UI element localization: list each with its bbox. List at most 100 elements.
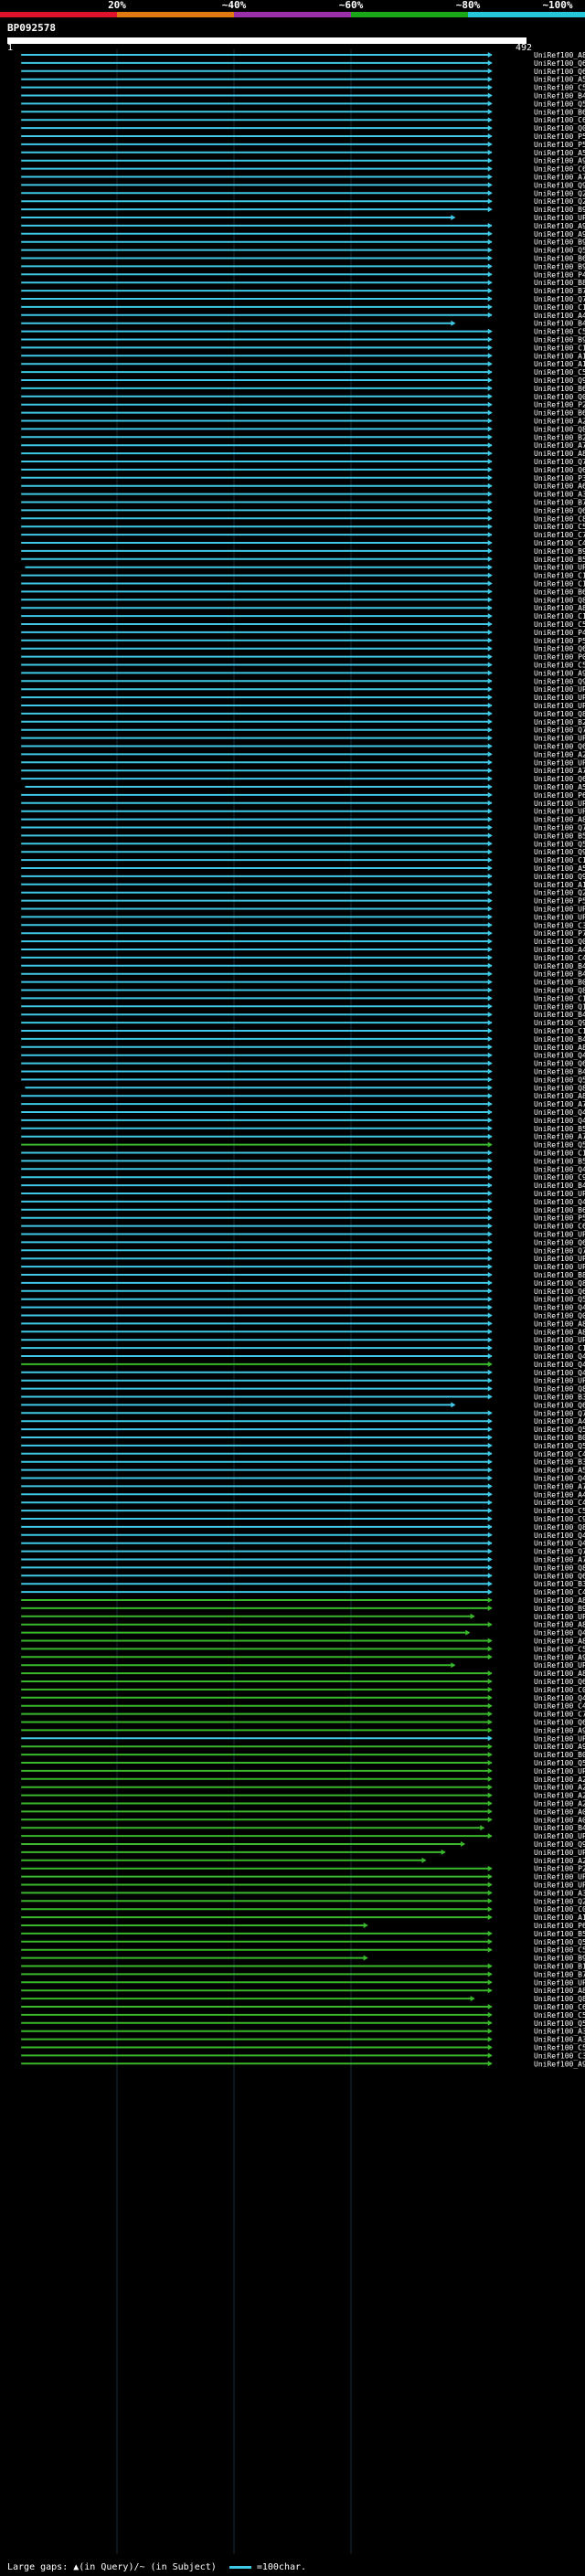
hit-label[interactable]: UniRef100_B7FMX4 <box>534 499 585 507</box>
hit-label[interactable]: UniRef100_B9RD46 <box>534 206 585 214</box>
hit-label[interactable]: UniRef100_Q4P9A6 <box>534 1369 585 1377</box>
hit-label[interactable]: UniRef100_Q7SDJ1 <box>534 458 585 466</box>
hit-label[interactable]: UniRef100_Q8MUR2 <box>534 987 585 995</box>
hit-label[interactable]: UniRef100_Q54PH8 <box>534 1759 585 1767</box>
hit-label[interactable]: UniRef100_Q8TV08 <box>534 1995 585 2003</box>
hit-label[interactable]: UniRef100_A1CDL3 <box>534 360 585 368</box>
hit-label[interactable]: UniRef100_A7NWK1 <box>534 1482 585 1490</box>
hit-label[interactable]: UniRef100_Q6EUZ1 <box>534 1572 585 1580</box>
hit-label[interactable]: UniRef100_C7DLP6 <box>534 1711 585 1719</box>
hit-label[interactable]: UniRef100_C5FT17 <box>534 523 585 531</box>
hit-label[interactable]: UniRef100_A1IA60 <box>534 881 585 889</box>
hit-label[interactable]: UniRef100_Q05761 <box>534 124 585 133</box>
hit-label[interactable]: UniRef100_UP1000... <box>534 1231 585 1239</box>
hit-label[interactable]: UniRef100_Q7T1K3 <box>534 824 585 832</box>
hit-label[interactable]: UniRef100_P33192 <box>534 474 585 482</box>
hit-label[interactable]: UniRef100_B4JHL1 <box>534 1182 585 1190</box>
hit-label[interactable]: UniRef100_Q9W8B8 <box>534 1840 585 1849</box>
hit-label[interactable]: UniRef100_Q4PGV5 <box>534 1052 585 1060</box>
hit-label[interactable]: UniRef100_B3L734 <box>534 1580 585 1588</box>
hit-label[interactable]: UniRef100_Q9C6Y7 <box>534 376 585 385</box>
hit-label[interactable]: UniRef100_Q5ZJ50 <box>534 1076 585 1084</box>
hit-label[interactable]: UniRef100_A8E6B2 <box>534 816 585 824</box>
hit-label[interactable]: UniRef100_UP1000... <box>534 702 585 710</box>
hit-label[interactable]: UniRef100_B8CAK5 <box>534 279 585 287</box>
hit-label[interactable]: UniRef100_C7YQ25 <box>534 531 585 539</box>
hit-label[interactable]: UniRef100_A3LU22 <box>534 491 585 499</box>
hit-label[interactable]: UniRef100_P51404 <box>534 1214 585 1223</box>
hit-label[interactable]: UniRef100_C1N6Q7 <box>534 612 585 620</box>
hit-label[interactable]: UniRef100_C4NL55 <box>534 954 585 962</box>
hit-label[interactable]: UniRef100_UP1000... <box>534 913 585 921</box>
hit-label[interactable]: UniRef100_Q4KTC9 <box>534 1108 585 1117</box>
hit-label[interactable]: UniRef100_A4RTZ6 <box>534 312 585 320</box>
hit-label[interactable]: UniRef100_B8BT8R <box>534 1271 585 1279</box>
hit-label[interactable]: UniRef100_P46298 <box>534 270 585 279</box>
hit-label[interactable]: UniRef100_A3WA34 <box>534 1889 585 1897</box>
hit-label[interactable]: UniRef100_UP1000... <box>534 1767 585 1776</box>
hit-label[interactable]: UniRef100_A5E524 <box>534 783 585 791</box>
hit-label[interactable]: UniRef100_B4KD51 <box>534 970 585 979</box>
hit-label[interactable]: UniRef100_Q4N3J0 <box>534 1532 585 1540</box>
hit-label[interactable]: UniRef100_B7R0C6 <box>534 1970 585 1978</box>
hit-label[interactable]: UniRef100_A8BE02 <box>534 1638 585 1646</box>
hit-label[interactable]: UniRef100_Q9WVH0 <box>534 677 585 685</box>
hit-label[interactable]: UniRef100_Q8I7U0 <box>534 1084 585 1092</box>
hit-label[interactable]: UniRef100_C1BXJ4 <box>534 994 585 1002</box>
hit-label[interactable]: UniRef100_C1M779 <box>534 1344 585 1352</box>
hit-label[interactable]: UniRef100_A5K0K2 <box>534 1467 585 1475</box>
hit-label[interactable]: UniRef100_Q8IDB0 <box>534 1564 585 1572</box>
hit-label[interactable]: UniRef100_C1C290 <box>534 1027 585 1035</box>
hit-label[interactable]: UniRef100_Q62L24 <box>534 1238 585 1246</box>
hit-label[interactable]: UniRef100_Q7RHQ5 <box>534 1548 585 1556</box>
hit-label[interactable]: UniRef100_B1L6T6 <box>534 1963 585 1971</box>
hit-label[interactable]: UniRef100_UP1000... <box>534 1190 585 1198</box>
hit-label[interactable]: UniRef100_C4R7Y4 <box>534 539 585 547</box>
hit-label[interactable]: UniRef100_Q5HYF1 <box>534 1141 585 1150</box>
hit-label[interactable]: UniRef100_Q17274 <box>534 1002 585 1011</box>
hit-label[interactable]: UniRef100_B4FN64 <box>534 320 585 328</box>
hit-label[interactable]: UniRef100_A8HG26 <box>534 1092 585 1100</box>
hit-label[interactable]: UniRef100_B6JXS6 <box>534 385 585 393</box>
hit-label[interactable]: UniRef100_C1M4L1 <box>534 344 585 352</box>
hit-label[interactable]: UniRef100_C0SF24 <box>534 1686 585 1694</box>
hit-label[interactable]: UniRef100_A8BFS7 <box>534 1670 585 1678</box>
hit-label[interactable]: UniRef100_B6SJ18 <box>534 108 585 116</box>
hit-label[interactable]: UniRef100_B4HZ21 <box>534 962 585 970</box>
hit-label[interactable]: UniRef100_A4H927 <box>534 1490 585 1499</box>
hit-label[interactable]: UniRef100_Q7SDH0 <box>534 295 585 303</box>
hit-label[interactable]: UniRef100_A7WQL0 <box>534 1556 585 1564</box>
hit-label[interactable]: UniRef100_A8XHD8 <box>534 1044 585 1052</box>
hit-label[interactable]: UniRef100_Q92JX0 <box>534 1019 585 1027</box>
hit-label[interactable]: UniRef100_P59223 <box>534 141 585 149</box>
hit-label[interactable]: UniRef100_A9UDP2 <box>534 669 585 677</box>
hit-label[interactable]: UniRef100_A0BVU0 <box>534 1816 585 1824</box>
hit-label[interactable]: UniRef100_B6MWP5 <box>534 409 585 418</box>
hit-label[interactable]: UniRef100_C5GD45 <box>534 368 585 376</box>
hit-label[interactable]: UniRef100_A8KT32 <box>534 1596 585 1605</box>
hit-label[interactable]: UniRef100_Q24VT7 <box>534 889 585 897</box>
hit-label[interactable]: UniRef100_Q5VHA0 <box>534 840 585 848</box>
hit-label[interactable]: UniRef100_A8BE02 <box>534 1621 585 1629</box>
hit-label[interactable]: UniRef100_UP1000... <box>534 1734 585 1743</box>
hit-label[interactable]: UniRef100_Q4UW23 <box>534 1540 585 1548</box>
hit-label[interactable]: UniRef100_Q962R6 <box>534 848 585 856</box>
hit-label[interactable]: UniRef100_Q8I5P3 <box>534 596 585 604</box>
hit-label[interactable]: UniRef100_B0EC47 <box>534 1751 585 1759</box>
hit-label[interactable]: UniRef100_A2EDL2 <box>534 1784 585 1792</box>
hit-label[interactable]: UniRef100_UP1000... <box>534 1832 585 1840</box>
hit-label[interactable]: UniRef100_Q4PM11 <box>534 1352 585 1361</box>
hit-label[interactable]: UniRef100_Q5IFX5 <box>534 247 585 255</box>
hit-label[interactable]: UniRef100_C5E027 <box>534 662 585 670</box>
hit-label[interactable]: UniRef100_A2F127 <box>534 1800 585 1808</box>
hit-label[interactable]: UniRef100_C6T9Q3 <box>534 165 585 174</box>
hit-label[interactable]: UniRef100_Q0UGE1 <box>534 938 585 946</box>
hit-label[interactable]: UniRef100_P28189 <box>534 401 585 409</box>
hit-label[interactable]: UniRef100_C5Wb56 <box>534 2044 585 2052</box>
hit-label[interactable]: UniRef100_UP1000... <box>534 808 585 816</box>
hit-label[interactable]: UniRef100_Q9DFR6 <box>534 873 585 881</box>
hit-label[interactable]: UniRef100_UP1000... <box>534 735 585 743</box>
hit-label[interactable]: UniRef100_A5KWA0 <box>534 76 585 84</box>
hit-label[interactable]: UniRef100_B3L9H6 <box>534 1458 585 1467</box>
hit-label[interactable]: UniRef100_Q4GS10 <box>534 1475 585 1483</box>
